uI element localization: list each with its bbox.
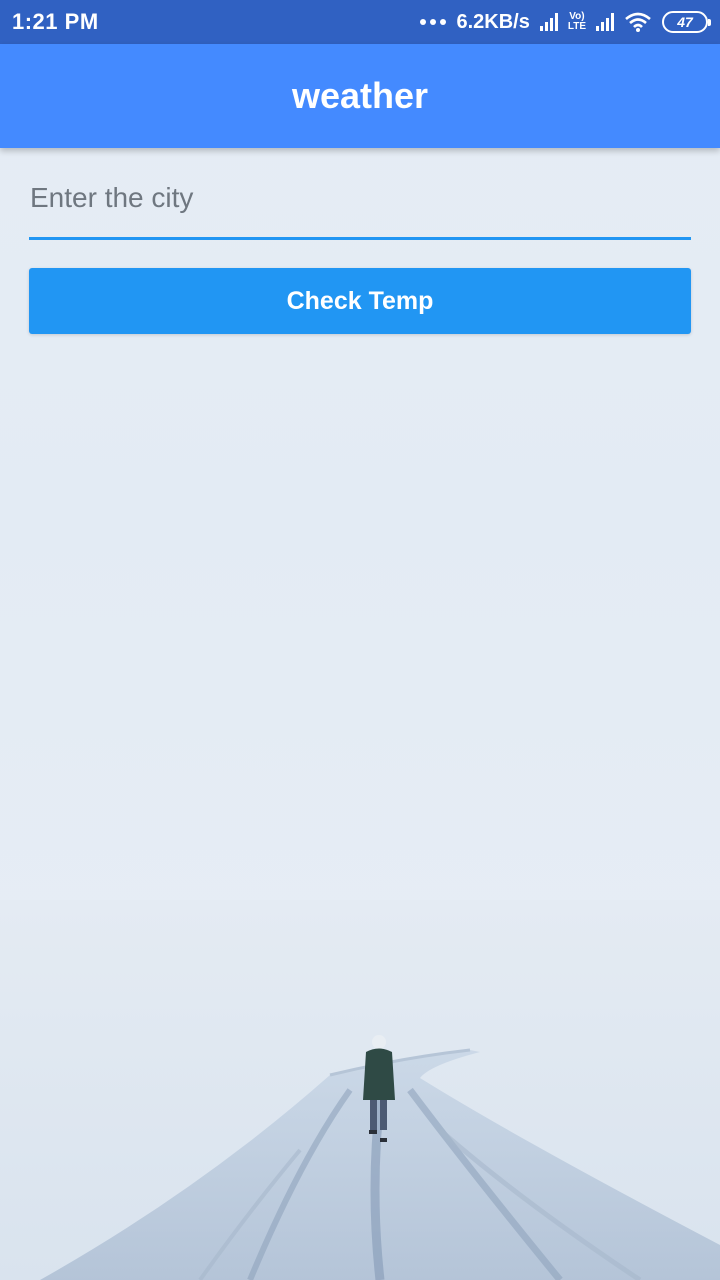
battery-icon: 47: [662, 11, 711, 33]
network-speed: 6.2KB/s: [456, 10, 530, 33]
check-temp-button[interactable]: Check Temp: [29, 268, 691, 334]
wifi-icon: [625, 12, 651, 32]
snowy-road-background: [0, 900, 720, 1280]
status-bar: 1:21 PM 6.2KB/s Vo) LTE 47: [0, 0, 720, 44]
city-input[interactable]: [29, 168, 691, 237]
lte-icon: Vo) LTE: [568, 12, 586, 32]
app-bar: weather: [0, 44, 720, 148]
status-icons: 6.2KB/s Vo) LTE 47: [420, 10, 711, 34]
lte-bottom-label: LTE: [567, 21, 586, 32]
signal-icon: [539, 13, 558, 31]
weather-screen: 1:21 PM 6.2KB/s Vo) LTE 47 weather Enter…: [0, 0, 720, 1280]
status-time: 1:21 PM: [12, 9, 99, 34]
app-title: weather: [291, 75, 429, 116]
city-field: [29, 168, 691, 240]
more-dots-icon: [420, 19, 447, 25]
battery-level: 47: [677, 14, 693, 30]
signal-icon-2: [596, 13, 614, 31]
